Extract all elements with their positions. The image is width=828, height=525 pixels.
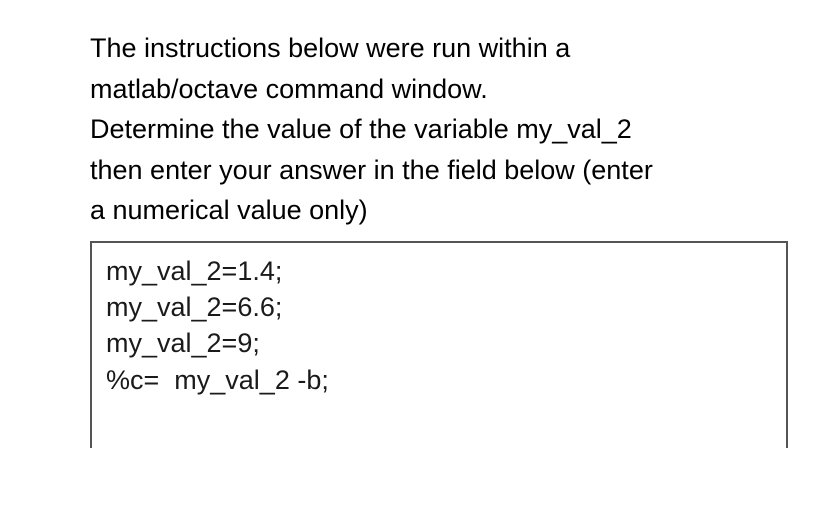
- question-line: then enter your answer in the field belo…: [90, 155, 653, 185]
- code-line: my_val_2=6.6;: [106, 289, 772, 325]
- code-line: my_val_2=1.4;: [106, 253, 772, 289]
- question-prompt: The instructions below were run within a…: [90, 28, 788, 231]
- code-line: %c= my_val_2 -b;: [106, 362, 772, 398]
- question-line: Determine the value of the variable my_v…: [90, 114, 632, 144]
- question-line: a numerical value only): [90, 195, 368, 225]
- question-line: The instructions below were run within a: [90, 33, 570, 63]
- code-line: my_val_2=9;: [106, 325, 772, 361]
- code-block: my_val_2=1.4; my_val_2=6.6; my_val_2=9; …: [90, 241, 788, 449]
- question-line: matlab/octave command window.: [90, 74, 488, 104]
